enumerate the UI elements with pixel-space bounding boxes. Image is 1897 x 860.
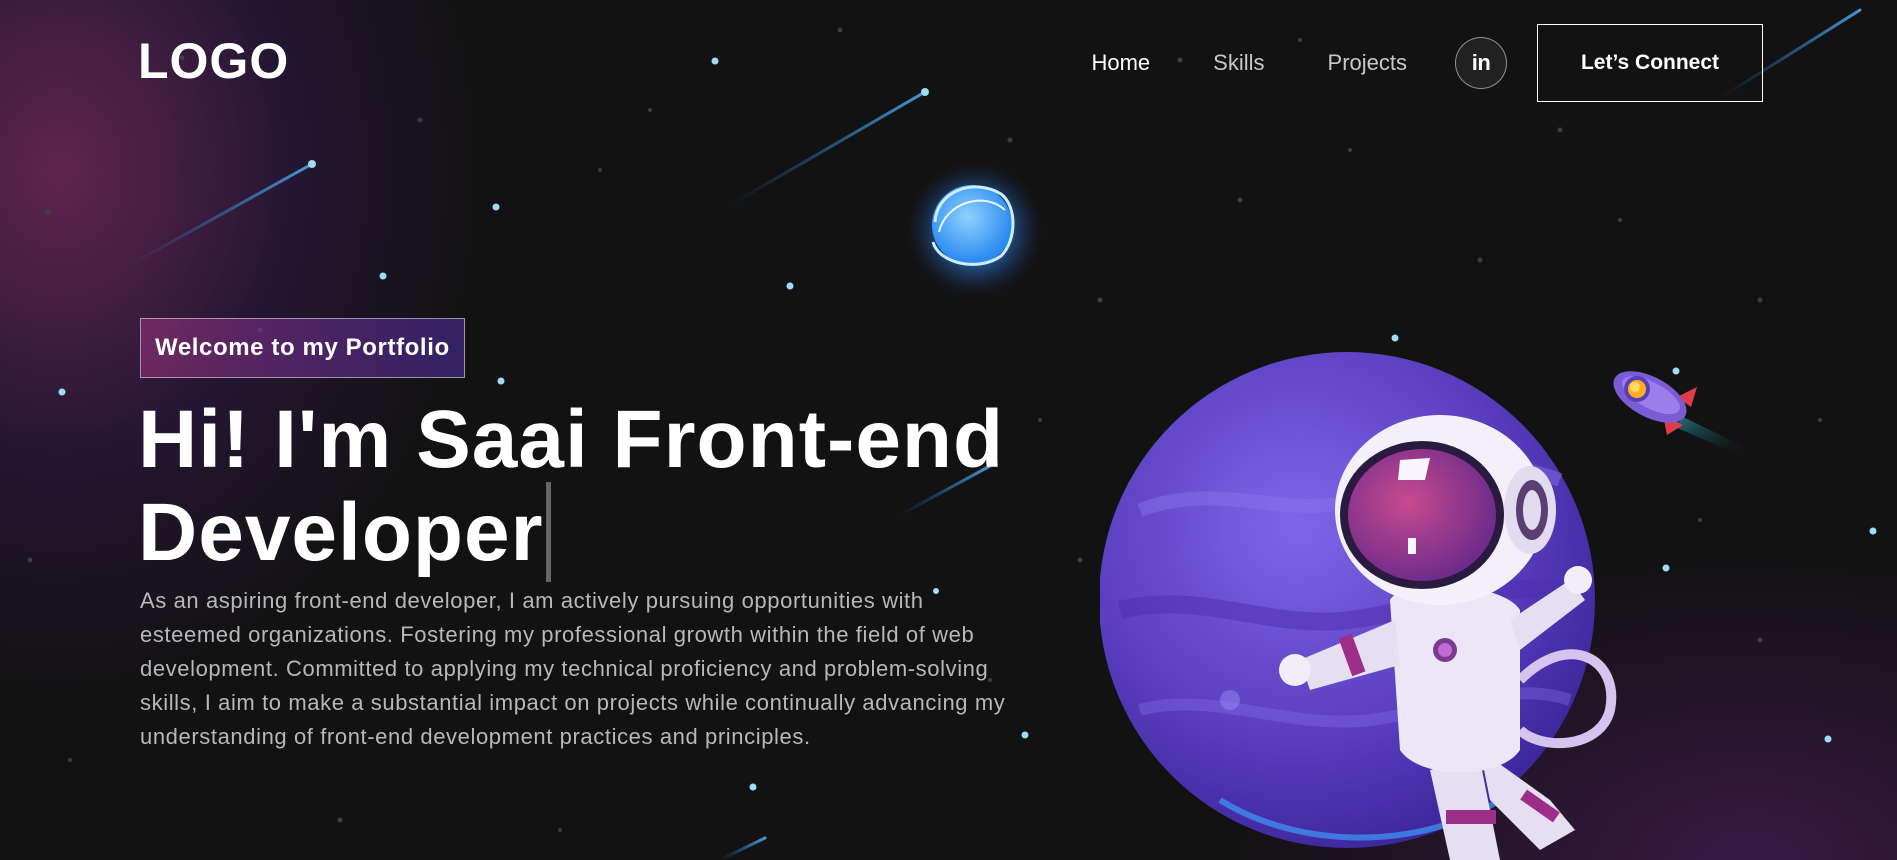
hero-banner: LOGO Home Skills Projects in Let’s Conne… <box>0 0 1897 860</box>
nav-link-projects[interactable]: Projects <box>1328 50 1407 76</box>
welcome-tagline: Welcome to my Portfolio <box>140 318 465 378</box>
hero-bio: As an aspiring front-end developer, I am… <box>140 588 1006 749</box>
planet-illustration <box>1100 352 1595 848</box>
hero-headline: Hi! I'm Saai Front-end Developer <box>138 398 1018 582</box>
astronaut-planet-illustration <box>1100 352 1617 860</box>
typing-cursor <box>545 482 551 582</box>
linkedin-button[interactable]: in <box>1455 37 1507 89</box>
logo[interactable]: LOGO <box>138 36 289 86</box>
navbar: Home Skills Projects in Let’s Connect <box>1091 24 1763 102</box>
glowing-orb-illustration <box>907 162 1043 298</box>
nav-link-home[interactable]: Home <box>1091 50 1150 76</box>
headline-line-1: Hi! I'm Saai Front-end <box>138 394 1005 485</box>
lets-connect-button[interactable]: Let’s Connect <box>1537 24 1763 102</box>
nav-link-skills[interactable]: Skills <box>1213 50 1264 76</box>
headline-line-2: Developer <box>138 487 544 578</box>
linkedin-icon: in <box>1471 50 1491 75</box>
